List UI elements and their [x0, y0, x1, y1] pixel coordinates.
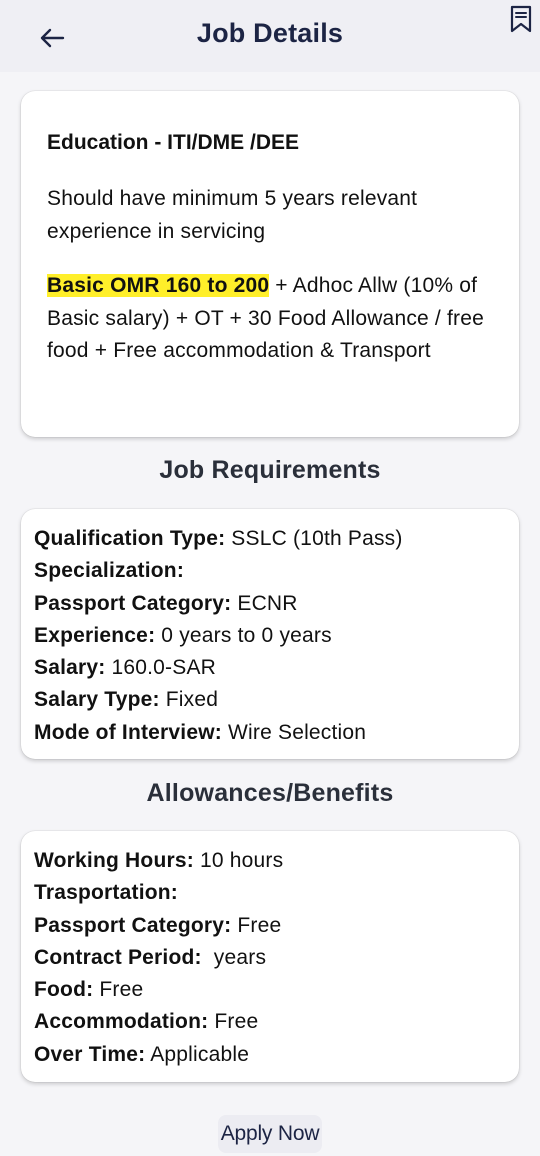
benefit-label: Working Hours:: [34, 849, 194, 872]
requirement-value: ECNR: [231, 591, 298, 615]
requirement-value: SSLC (10th Pass): [225, 527, 403, 550]
benefit-value: Free: [231, 913, 282, 937]
benefit-label: Contract Period:: [34, 945, 202, 969]
requirement-row-qualification: Qualification Type: SSLC (10th Pass): [34, 523, 506, 555]
salary-highlight: Basic OMR 160 to 200: [47, 274, 270, 297]
benefit-label: Accommodation:: [34, 1010, 209, 1034]
benefit-row-working-hours: Working Hours: 10 hours: [34, 845, 506, 877]
requirement-row-salary-type: Salary Type: Fixed: [34, 684, 506, 716]
allowances-benefits-card: Working Hours: 10 hours Trasportation: P…: [21, 831, 519, 1082]
benefit-row-passport: Passport Category: Free: [34, 910, 506, 942]
benefit-value: Free: [93, 978, 144, 1002]
benefit-label: Passport Category:: [34, 913, 232, 937]
bookmark-button[interactable]: [506, 2, 536, 36]
experience-text: Should have minimum 5 years relevant exp…: [47, 187, 418, 243]
benefit-row-transportation: Trasportation:: [34, 877, 506, 909]
requirement-label: Specialization:: [34, 559, 185, 583]
allowances-benefits-heading: Allowances/Benefits: [146, 779, 394, 807]
job-description-card: Education - ITI/DME /DEE Should have min…: [21, 91, 519, 437]
requirement-value: 0 years to 0 years: [155, 623, 332, 647]
benefit-row-contract: Contract Period: years: [34, 942, 506, 974]
requirement-value: 160.0-SAR: [105, 656, 217, 680]
requirement-label: Experience:: [34, 623, 156, 647]
requirement-label: Passport Category:: [34, 591, 232, 615]
requirement-label: Qualification Type:: [34, 527, 226, 550]
job-requirements-card: Qualification Type: SSLC (10th Pass) Spe…: [21, 509, 519, 759]
salary-text: Basic OMR 160 to 200 + Adhoc Allw (10% o…: [47, 270, 493, 368]
benefit-label: Trasportation:: [34, 881, 178, 905]
benefit-value: Free: [208, 1010, 259, 1034]
page-title: Job Details: [196, 18, 344, 48]
benefit-value: Applicable: [145, 1042, 250, 1066]
bookmark-icon: [510, 5, 532, 33]
benefit-row-accommodation: Accommodation: Free: [34, 1006, 506, 1038]
requirement-row-specialization: Specialization:: [34, 555, 506, 587]
benefit-row-food: Food: Free: [34, 974, 506, 1006]
apply-now-button[interactable]: Apply Now: [218, 1115, 322, 1153]
requirement-label: Salary Type:: [34, 688, 160, 712]
job-requirements-heading: Job Requirements: [159, 456, 381, 484]
requirement-row-salary: Salary: 160.0-SAR: [34, 652, 506, 684]
education-text: Education - ITI/DME /DEE: [47, 131, 300, 154]
requirement-value: Wire Selection: [221, 720, 367, 744]
benefit-row-overtime: Over Time: Applicable: [34, 1039, 506, 1071]
requirement-row-experience: Experience: 0 years to 0 years: [34, 620, 506, 652]
requirement-value: Fixed: [159, 688, 219, 712]
requirement-label: Mode of Interview:: [34, 720, 222, 744]
benefit-label: Food:: [34, 978, 94, 1002]
requirement-row-passport: Passport Category: ECNR: [34, 588, 506, 620]
benefit-label: Over Time:: [34, 1042, 146, 1066]
requirement-label: Salary:: [34, 656, 106, 680]
benefit-value: years: [201, 945, 267, 969]
app-header: Job Details: [0, 0, 540, 72]
requirement-row-interview: Mode of Interview: Wire Selection: [34, 717, 506, 749]
benefit-value: 10 hours: [193, 849, 284, 872]
